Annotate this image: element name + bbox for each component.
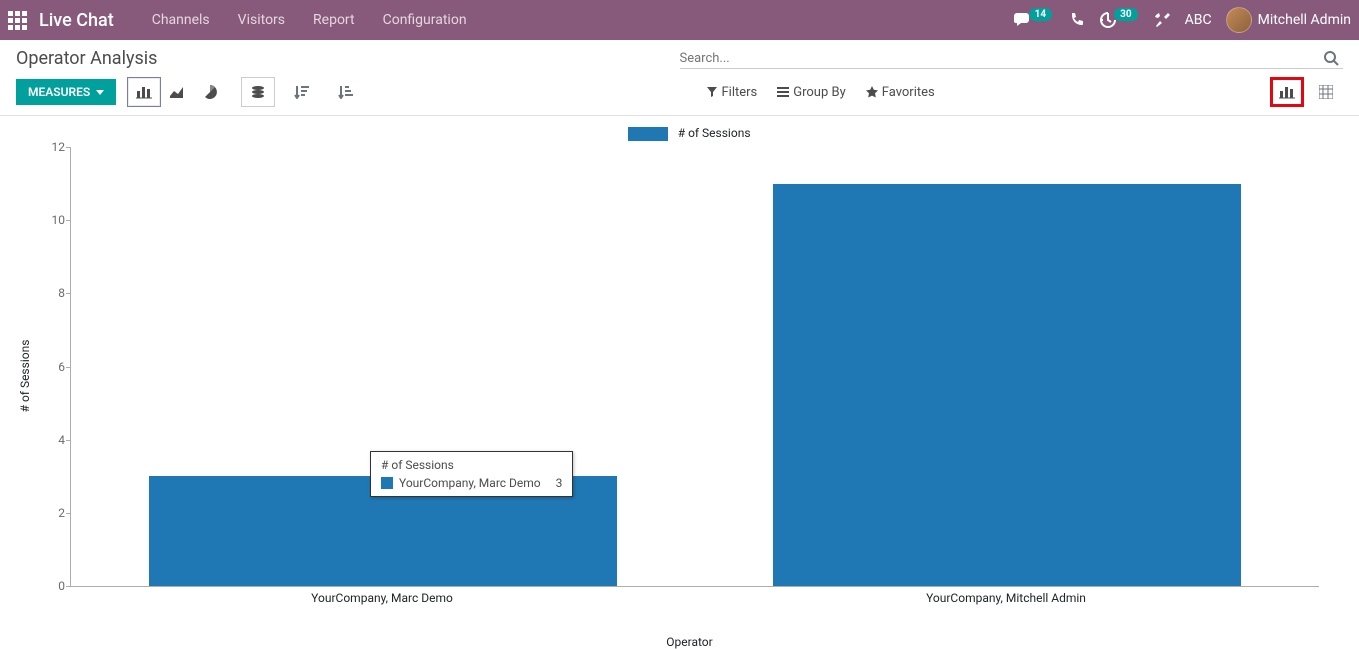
x-tick-label: YourCompany, Mitchell Admin — [926, 591, 1086, 605]
control-panel: Operator Analysis MEASURES — [0, 40, 1359, 116]
chart-bar[interactable] — [773, 184, 1241, 586]
clock-icon[interactable]: 30 — [1099, 11, 1140, 29]
y-tick: 12 — [43, 140, 65, 154]
pivot-view-button[interactable] — [1309, 77, 1343, 107]
tooltip-value: 3 — [556, 476, 563, 490]
x-labels: YourCompany, Marc Demo YourCompany, Mitch… — [70, 587, 1319, 603]
user-menu[interactable]: Mitchell Admin — [1226, 7, 1351, 33]
top-navbar: Live Chat Channels Visitors Report Confi… — [0, 0, 1359, 40]
groupby-label: Group By — [793, 85, 846, 100]
tooltip-title: # of Sessions — [381, 458, 562, 472]
groupby-button[interactable]: Group By — [777, 85, 846, 100]
sort-desc-icon[interactable] — [285, 77, 319, 107]
graph-view-button[interactable] — [1270, 77, 1304, 107]
company-label[interactable]: ABC — [1185, 12, 1212, 28]
line-chart-icon[interactable] — [160, 77, 194, 107]
view-switcher — [1271, 77, 1343, 107]
chat-badge: 14 — [1029, 8, 1052, 21]
search-input[interactable] — [680, 51, 1320, 66]
bar-chart-icon[interactable] — [127, 77, 161, 107]
x-axis-title: Operator — [60, 635, 1319, 649]
measures-button[interactable]: MEASURES — [16, 79, 116, 105]
favorites-button[interactable]: Favorites — [866, 85, 935, 100]
x-tick-label: YourCompany, Marc Demo — [311, 591, 453, 605]
y-tick: 6 — [43, 360, 65, 374]
chat-icon[interactable]: 14 — [1014, 12, 1055, 28]
tools-icon[interactable] — [1155, 12, 1171, 28]
measures-label: MEASURES — [28, 85, 90, 99]
sort-asc-icon[interactable] — [329, 77, 363, 107]
y-tick: 2 — [43, 506, 65, 520]
y-tick: 8 — [43, 286, 65, 300]
y-tick: 10 — [43, 213, 65, 227]
star-icon — [866, 86, 878, 98]
apps-icon[interactable] — [8, 11, 27, 30]
tooltip-swatch — [381, 477, 393, 489]
nav-report[interactable]: Report — [299, 12, 369, 28]
user-name: Mitchell Admin — [1258, 12, 1351, 28]
search-icon[interactable] — [1319, 50, 1343, 66]
search-bar[interactable] — [680, 48, 1344, 69]
y-axis-title: # of Sessions — [18, 340, 32, 413]
list-icon — [777, 87, 789, 97]
chart-plot: 024681012 — [70, 147, 1319, 587]
stacked-icon[interactable] — [241, 77, 275, 107]
filters-label: Filters — [721, 85, 757, 100]
phone-icon[interactable] — [1069, 12, 1085, 28]
chart-area: # of Sessions # of Sessions 024681012 Yo… — [0, 116, 1359, 636]
search-filters: Filters Group By Favorites — [707, 85, 934, 100]
favorites-label: Favorites — [882, 85, 935, 100]
legend-label: # of Sessions — [678, 126, 751, 140]
pie-chart-icon[interactable] — [193, 77, 227, 107]
nav-visitors[interactable]: Visitors — [224, 12, 299, 28]
nav-channels[interactable]: Channels — [138, 12, 224, 28]
nav-configuration[interactable]: Configuration — [369, 12, 481, 28]
chart-legend: # of Sessions — [60, 126, 1319, 141]
y-tick: 4 — [43, 433, 65, 447]
legend-swatch — [628, 127, 668, 141]
filters-button[interactable]: Filters — [707, 85, 757, 100]
page-title: Operator Analysis — [16, 48, 680, 69]
tooltip-label: YourCompany, Marc Demo — [399, 476, 541, 490]
funnel-icon — [707, 87, 717, 97]
chart-tooltip: # of Sessions YourCompany, Marc Demo 3 — [370, 451, 573, 497]
y-tick: 0 — [43, 579, 65, 593]
clock-badge: 30 — [1114, 8, 1137, 21]
caret-down-icon — [96, 90, 104, 95]
chart-type-group — [128, 77, 227, 107]
brand[interactable]: Live Chat — [39, 10, 114, 31]
avatar — [1226, 7, 1252, 33]
